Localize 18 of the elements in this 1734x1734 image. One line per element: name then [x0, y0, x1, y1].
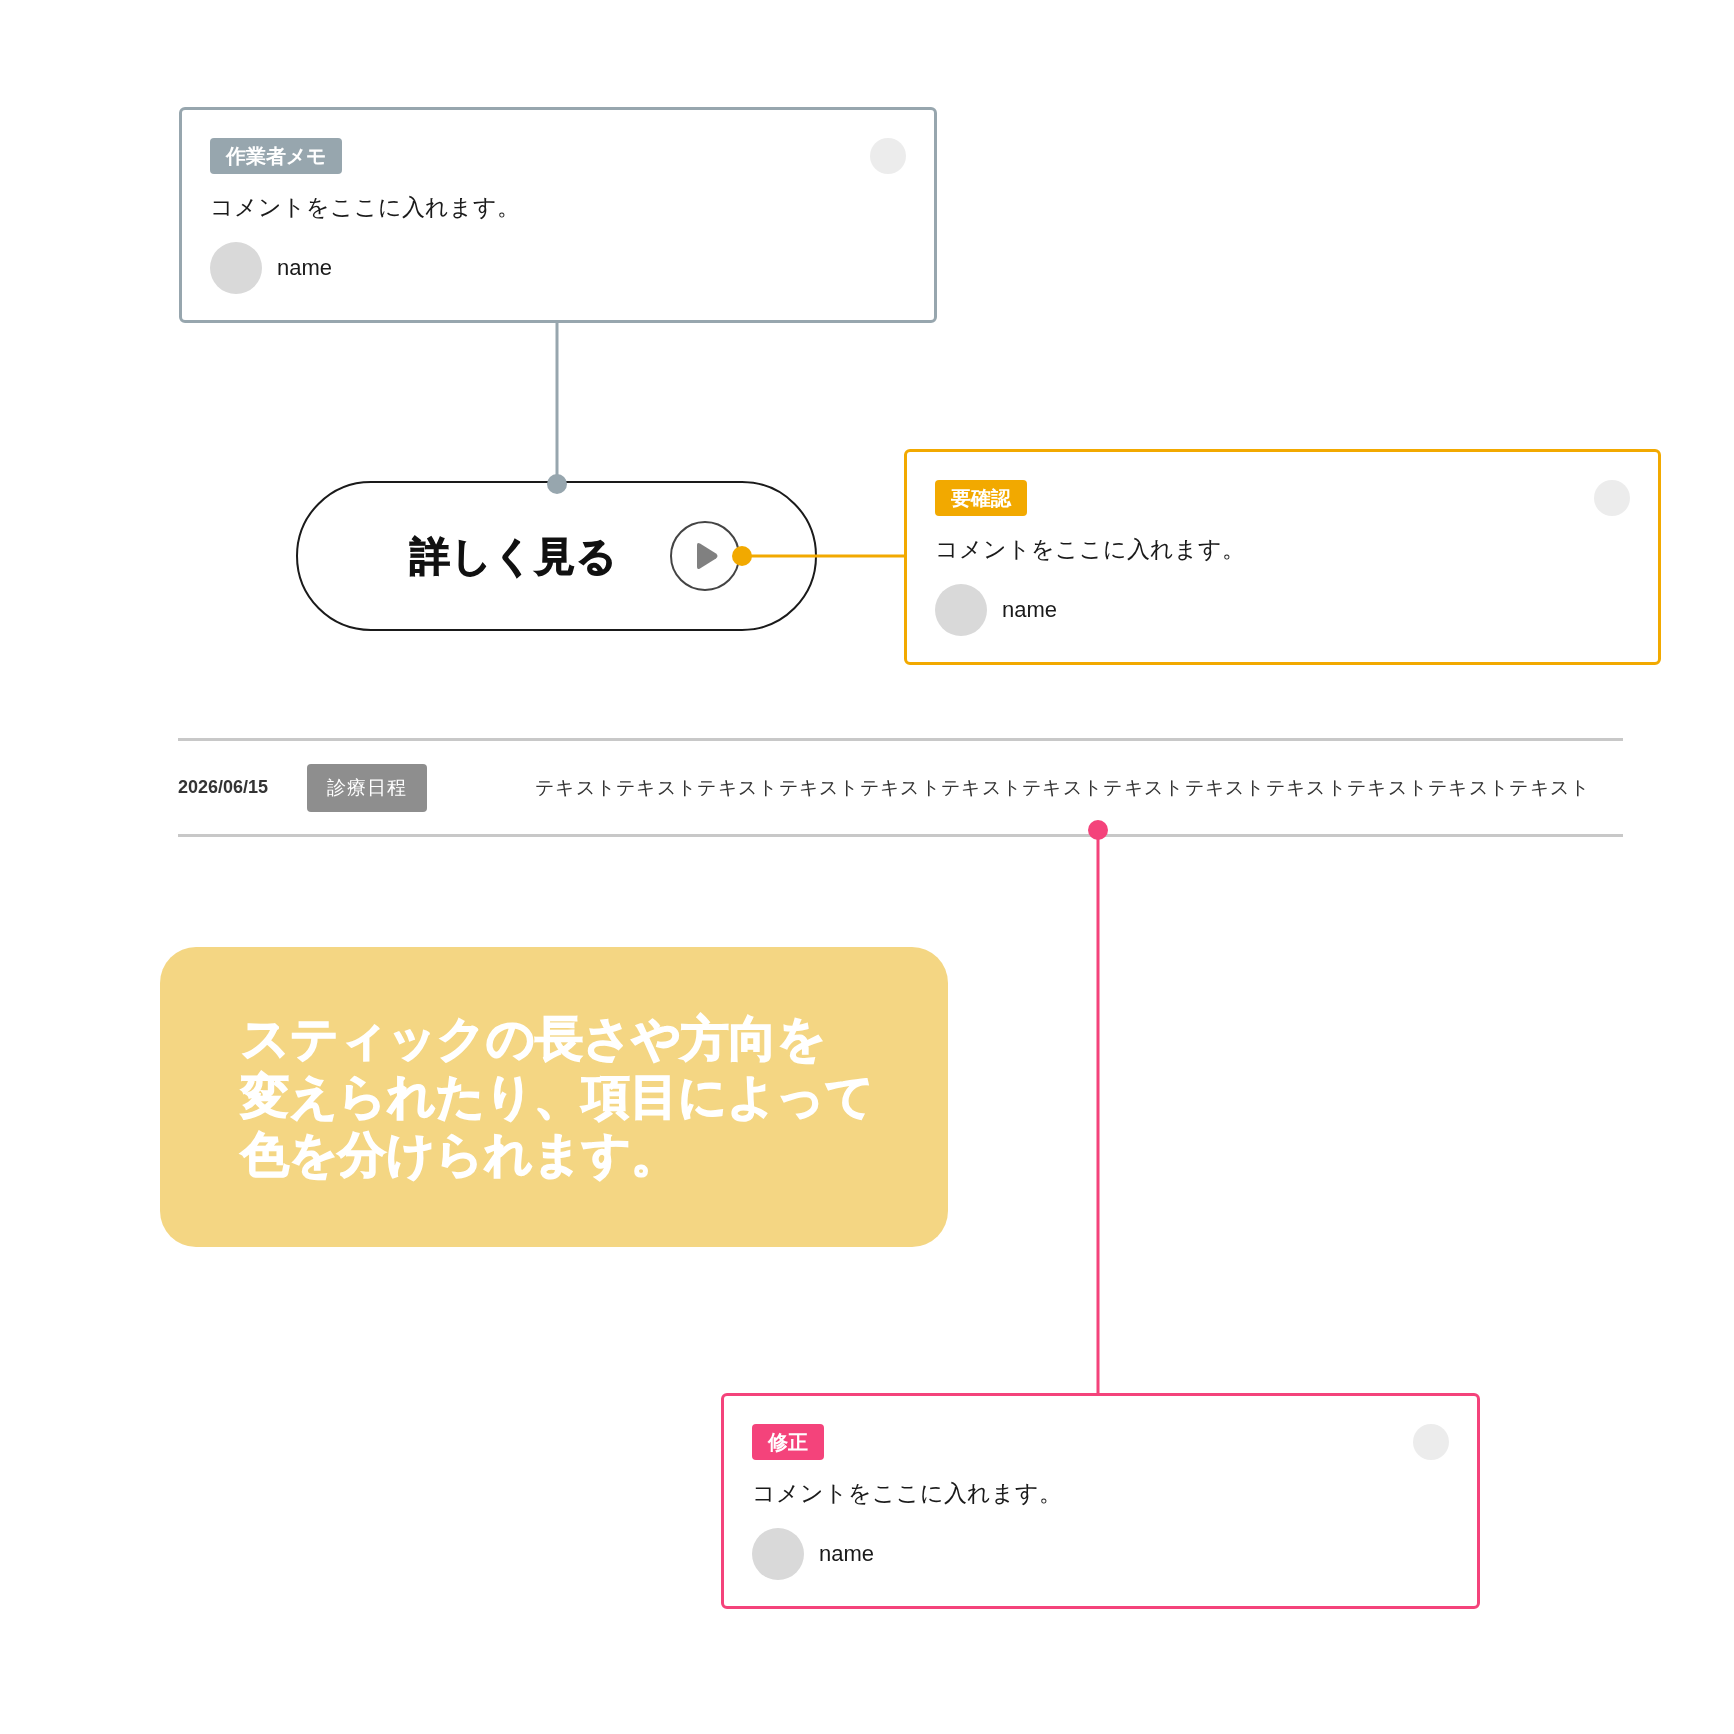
- avatar-icon: [935, 584, 987, 636]
- author-name: name: [1002, 597, 1058, 623]
- row-text: テキストテキストテキストテキストテキストテキストテキストテキストテキストテキストテキストテキストテキスト: [535, 775, 1591, 800]
- author-name: name: [819, 1541, 875, 1567]
- comment-text: コメントをここに入れます。: [210, 193, 521, 222]
- play-icon: [670, 521, 740, 591]
- comment-text: コメントをここに入れます。: [935, 535, 1246, 564]
- banner-text: スティックの長さや方向を 変えられたり、項目によって 色を分けられます。: [241, 1011, 874, 1183]
- detail-button[interactable]: 詳しく見る: [296, 481, 817, 631]
- category-tag: 作業者メモ: [210, 138, 342, 174]
- category-tag: 診療日程: [307, 763, 427, 812]
- date-text: 2026/06/15: [178, 777, 269, 798]
- category-tag: 修正: [752, 1424, 824, 1460]
- author-name: name: [277, 255, 333, 281]
- comment-text: コメントをここに入れます。: [752, 1479, 1063, 1508]
- avatar-icon: [752, 1528, 804, 1580]
- category-tag: 要確認: [935, 480, 1027, 516]
- avatar-icon: [210, 242, 262, 294]
